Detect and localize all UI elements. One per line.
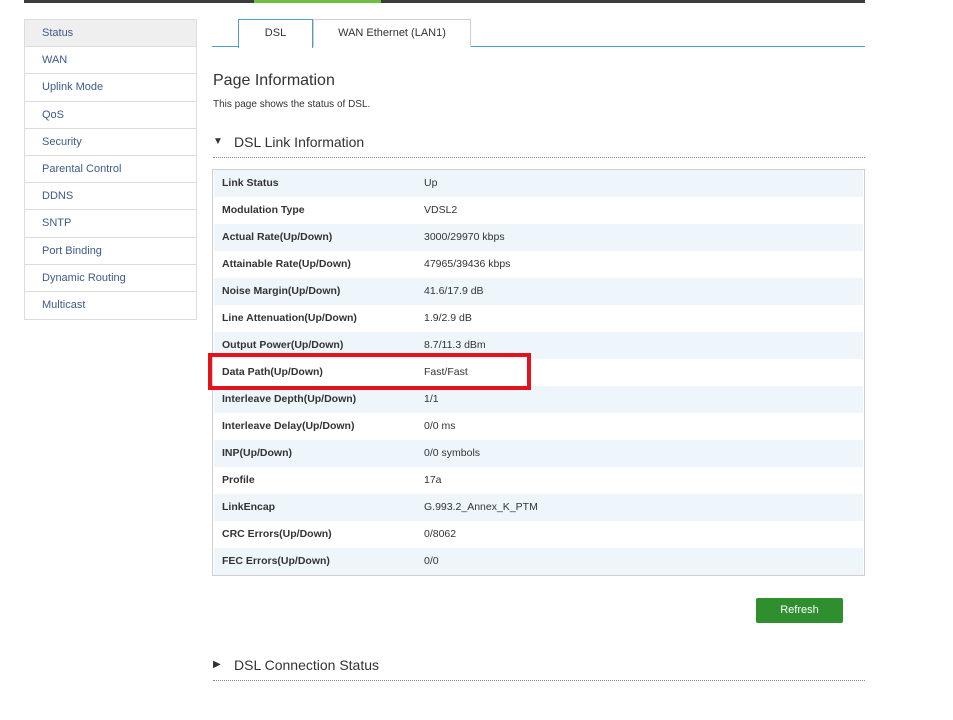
page-description: This page shows the status of DSL. [213,99,371,110]
row-value: 17a [424,474,442,486]
section-title: DSL Link Information [234,134,365,150]
tab-wan-ethernet[interactable]: WAN Ethernet (LAN1) [313,19,471,47]
row-key: Modulation Type [222,204,305,216]
table-row: FEC Errors(Up/Down) 0/0 [214,548,863,575]
sidebar-item-multicast[interactable]: Multicast [25,292,196,319]
row-key: CRC Errors(Up/Down) [222,528,332,540]
tab-bar: DSL WAN Ethernet (LAN1) [212,19,865,48]
row-key: Profile [222,474,255,486]
top-bar [24,0,865,3]
row-value: VDSL2 [424,204,458,216]
expand-arrow-right-icon: ▶ [213,659,221,670]
row-value: Up [424,177,438,189]
table-row: Interleave Delay(Up/Down) 0/0 ms [214,413,863,440]
row-key: FEC Errors(Up/Down) [222,555,330,567]
row-value: 3000/29970 kbps [424,231,505,243]
table-row: Attainable Rate(Up/Down) 47965/39436 kbps [214,251,863,278]
sidebar-item-parental-control[interactable]: Parental Control [25,156,196,184]
row-value: 1/1 [424,393,439,405]
table-row: Actual Rate(Up/Down) 3000/29970 kbps [214,224,863,251]
row-key: Line Attenuation(Up/Down) [222,312,357,324]
table-row: Modulation Type VDSL2 [214,197,863,224]
row-value: 0/0 [424,555,439,567]
row-value: 41.6/17.9 dB [424,285,484,297]
section-dsl-connection-status[interactable]: ▶ DSL Connection Status [213,657,865,681]
sidebar-item-uplink-mode[interactable]: Uplink Mode [25,74,196,102]
sidebar-item-wan[interactable]: WAN [25,47,196,75]
section-dsl-link-information[interactable]: ▼ DSL Link Information [213,134,865,158]
row-key: Actual Rate(Up/Down) [222,231,333,243]
row-value: 47965/39436 kbps [424,258,511,270]
row-key: Noise Margin(Up/Down) [222,285,341,297]
row-value: G.993.2_Annex_K_PTM [424,501,538,513]
section-title: DSL Connection Status [234,657,380,673]
highlight-box-data-path [208,353,531,390]
table-row: LinkEncap G.993.2_Annex_K_PTM [214,494,863,521]
table-row: Noise Margin(Up/Down) 41.6/17.9 dB [214,278,863,305]
row-value: 0/0 ms [424,420,456,432]
row-key: Interleave Depth(Up/Down) [222,393,357,405]
refresh-button[interactable]: Refresh [756,598,843,623]
table-row: CRC Errors(Up/Down) 0/8062 [214,521,863,548]
row-key: Link Status [222,177,279,189]
sidebar-item-security[interactable]: Security [25,129,196,156]
table-row: Profile 17a [214,467,863,494]
row-key: Attainable Rate(Up/Down) [222,258,351,270]
sidebar-item-ddns[interactable]: DDNS [25,183,196,211]
row-value: 0/0 symbols [424,447,481,459]
sidebar-item-dynamic-routing[interactable]: Dynamic Routing [25,265,196,292]
table-row: INP(Up/Down) 0/0 symbols [214,440,863,467]
row-value: 1.9/2.9 dB [424,312,472,324]
row-value: 0/8062 [424,528,457,540]
row-key: Interleave Delay(Up/Down) [222,420,355,432]
sidebar-nav: Status WAN Uplink Mode QoS Security Pare… [24,19,197,321]
sidebar-item-port-binding[interactable]: Port Binding [25,238,196,265]
row-key: INP(Up/Down) [222,447,292,459]
sidebar-item-status[interactable]: Status [25,20,196,48]
sidebar-item-sntp[interactable]: SNTP [25,210,196,238]
router-status-page: Status WAN Uplink Mode QoS Security Pare… [0,0,953,720]
top-bar-active-indicator [254,0,381,3]
sidebar-item-qos[interactable]: QoS [25,102,196,129]
tab-dsl[interactable]: DSL [238,19,313,48]
row-key: LinkEncap [222,501,276,513]
table-row: Line Attenuation(Up/Down) 1.9/2.9 dB [214,305,863,332]
collapse-arrow-down-icon: ▼ [213,136,223,147]
table-row: Link Status Up [214,170,863,197]
table-row: Interleave Depth(Up/Down) 1/1 [214,386,863,413]
page-title: Page Information [213,72,335,89]
